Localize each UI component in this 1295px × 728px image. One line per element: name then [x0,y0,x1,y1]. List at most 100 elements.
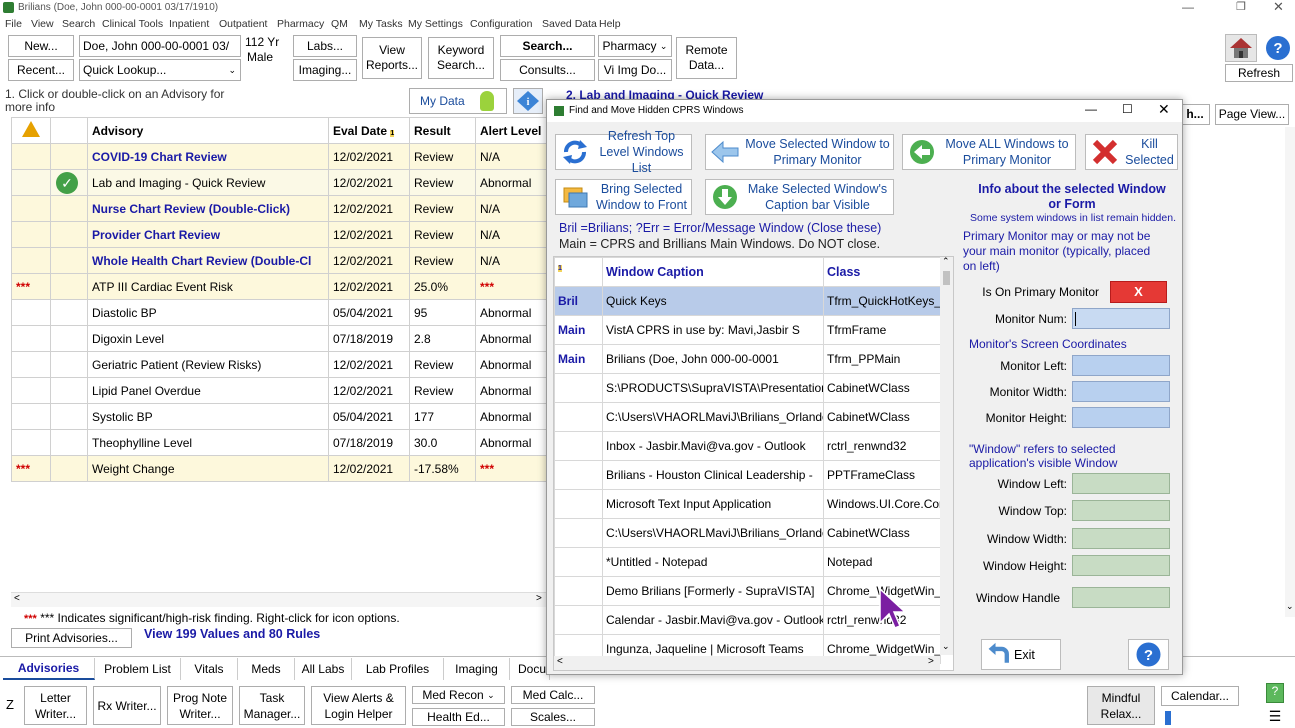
right-scrollbar[interactable]: ⌄ [1285,127,1295,617]
advisory-row[interactable]: *** ATP III Cardiac Event Risk 12/02/2021 2… [11,273,547,300]
letter-writer-button[interactable]: Letter Writer... [24,686,87,725]
consults-button[interactable]: Consults... [500,59,595,81]
advisory-row[interactable]: Digoxin Level 07/18/2019 2.8 Abnormal [11,325,547,352]
task-manager-button[interactable]: Task Manager... [239,686,305,725]
window-handle-field[interactable] [1072,587,1170,608]
menu-my-settings[interactable]: My Settings [408,18,463,30]
window-list-row[interactable]: Main Brilians (Doe, John 000-00-0001 Tfrm_… [554,344,941,374]
right-panel-button[interactable]: h... [1180,104,1210,125]
caption-visible-button[interactable]: Make Selected Window's Caption bar Visib… [705,179,894,215]
recent-button[interactable]: Recent... [8,59,74,81]
window-list-row[interactable]: S:\PRODUCTS\SupraVISTA\Presentation Cabin… [554,373,941,403]
advisory-row[interactable]: Geriatric Patient (Review Risks) 12/02/20… [11,351,547,378]
view-values-link[interactable]: View 199 Values and 80 Rules [144,627,320,641]
refresh-windows-button[interactable]: Refresh Top Level Windows List [555,129,692,175]
info-icon[interactable]: i [513,88,543,114]
refresh-button[interactable]: Refresh [1225,64,1293,82]
tab-docu[interactable]: Docu [510,658,550,680]
menu-pharmacy[interactable]: Pharmacy [277,18,324,30]
window-list-row[interactable]: Bril Quick Keys Tfrm_QuickHotKeys_ [554,286,941,316]
green-help-icon[interactable]: ? [1266,683,1284,703]
monitor-width-field[interactable] [1072,381,1170,402]
health-ed-button[interactable]: Health Ed... [412,708,505,726]
menu-my-tasks[interactable]: My Tasks [359,18,403,30]
tab-imaging[interactable]: Imaging [444,658,510,680]
move-all-button[interactable]: Move ALL Windows to Primary Monitor [902,134,1076,170]
prog-note-writer-button[interactable]: Prog Note Writer... [167,686,233,725]
advisory-row[interactable]: Whole Health Chart Review (Double-Cl 12/0… [11,247,547,274]
minimize-icon[interactable]: — [1182,0,1194,14]
patient-field[interactable]: Doe, John 000-00-0001 03/ [79,35,241,57]
house-icon[interactable] [1225,34,1257,62]
advisory-row[interactable]: ✓ Lab and Imaging - Quick Review 12/02/202… [11,169,547,196]
class-column-header[interactable]: Class [823,257,941,287]
dialog-help-icon[interactable]: ? [1128,639,1169,670]
advisory-row[interactable]: *** Weight Change 12/02/2021 -17.58% *** [11,455,547,482]
tab-advisories[interactable]: Advisories [3,658,95,680]
menu-inpatient[interactable]: Inpatient [169,18,209,30]
med-recon-select[interactable]: Med Recon ⌄ [412,686,505,704]
advisory-row[interactable]: Nurse Chart Review (Double-Click) 12/02/2… [11,195,547,222]
advisory-row[interactable]: Provider Chart Review 12/02/2021 Review N/A [11,221,547,248]
advisory-row[interactable]: Lipid Panel Overdue 12/02/2021 Review Abnor… [11,377,547,404]
tag-column-header[interactable]: 1 [554,257,603,287]
menu-help[interactable]: Help [599,18,621,30]
rx-writer-button[interactable]: Rx Writer... [93,686,161,725]
pharmacy-select[interactable]: Pharmacy ⌄ [598,35,672,57]
advisory-row[interactable]: Systolic BP 05/04/2021 177 Abnormal [11,403,547,430]
restore-icon[interactable]: ❐ [1236,0,1246,13]
help-icon[interactable]: ? [1263,34,1293,62]
result-column-header[interactable]: Result [409,117,476,144]
move-selected-button[interactable]: Move Selected Window to Primary Monitor [705,134,894,170]
mindful-relax-button[interactable]: Mindful Relax... [1087,686,1155,725]
imaging-button[interactable]: Imaging... [293,59,357,81]
alert-level-column-header[interactable]: Alert Level [475,117,547,144]
window-height-field[interactable] [1072,555,1170,576]
advisory-row[interactable]: Theophylline Level 07/18/2019 30.0 Abnormal [11,429,547,456]
advisory-hscrollbar[interactable]: < > [11,592,546,607]
page-view-button[interactable]: Page View... [1215,104,1289,125]
exit-button[interactable]: Exit [981,639,1061,670]
advisory-row[interactable]: COVID-19 Chart Review 12/02/2021 Review N/A [11,143,547,170]
eval-date-column-header[interactable]: Eval Date 1 [328,117,410,144]
tab-meds[interactable]: Meds [238,658,295,680]
view-alerts-button[interactable]: View Alerts & Login Helper [311,686,406,725]
list-icon[interactable]: ☰ [1262,708,1288,726]
caption-column-header[interactable]: Window Caption [602,257,824,287]
quick-lookup-select[interactable]: Quick Lookup... ⌄ [79,59,241,81]
monitor-num-field[interactable] [1072,308,1170,329]
calendar-button[interactable]: Calendar... [1161,686,1239,706]
tab-vitals[interactable]: Vitals [181,658,238,680]
advisory-row[interactable]: Diastolic BP 05/04/2021 95 Abnormal [11,299,547,326]
window-width-field[interactable] [1072,528,1170,549]
my-data-button[interactable]: My Data [409,88,507,114]
menu-file[interactable]: File [5,18,22,30]
window-list-row[interactable]: Inbox - Jasbir.Mavi@va.gov - Outlook rctr… [554,431,941,461]
window-list-hscrollbar[interactable]: < > [554,656,940,670]
window-list-row[interactable]: Main VistA CPRS in use by: Mavi,Jasbir ST… [554,315,941,345]
keyword-search-button[interactable]: Keyword Search... [428,37,494,79]
vi-img-button[interactable]: Vi Img Do... [598,59,672,81]
advisory-column-header[interactable]: Advisory [87,117,329,144]
monitor-height-field[interactable] [1072,407,1170,428]
print-advisories-button[interactable]: Print Advisories... [11,628,132,648]
med-calc-button[interactable]: Med Calc... [511,686,595,704]
window-top-field[interactable] [1072,500,1170,521]
view-reports-button[interactable]: View Reports... [362,37,422,79]
window-list-row[interactable]: C:\Users\VHAORLMaviJ\Brilians_Orlando Cab… [554,518,941,548]
menu-clinical-tools[interactable]: Clinical Tools [102,18,163,30]
monitor-left-field[interactable] [1072,355,1170,376]
slider-thumb[interactable] [1165,711,1171,725]
menu-outpatient[interactable]: Outpatient [219,18,267,30]
dialog-close-icon[interactable]: ✕ [1158,101,1170,118]
scales-button[interactable]: Scales... [511,708,595,726]
search-button[interactable]: Search... [500,35,595,57]
tab-problem-list[interactable]: Problem List [95,658,181,680]
menu-search[interactable]: Search [62,18,95,30]
menu-configuration[interactable]: Configuration [470,18,532,30]
tab-all-labs[interactable]: All Labs [295,658,352,680]
remote-data-button[interactable]: Remote Data... [676,37,737,79]
window-list-row[interactable]: C:\Users\VHAORLMaviJ\Brilians_Orlando Cab… [554,402,941,432]
window-list-row[interactable]: Brilians - Houston Clinical Leadership -… [554,460,941,490]
menu-view[interactable]: View [31,18,54,30]
